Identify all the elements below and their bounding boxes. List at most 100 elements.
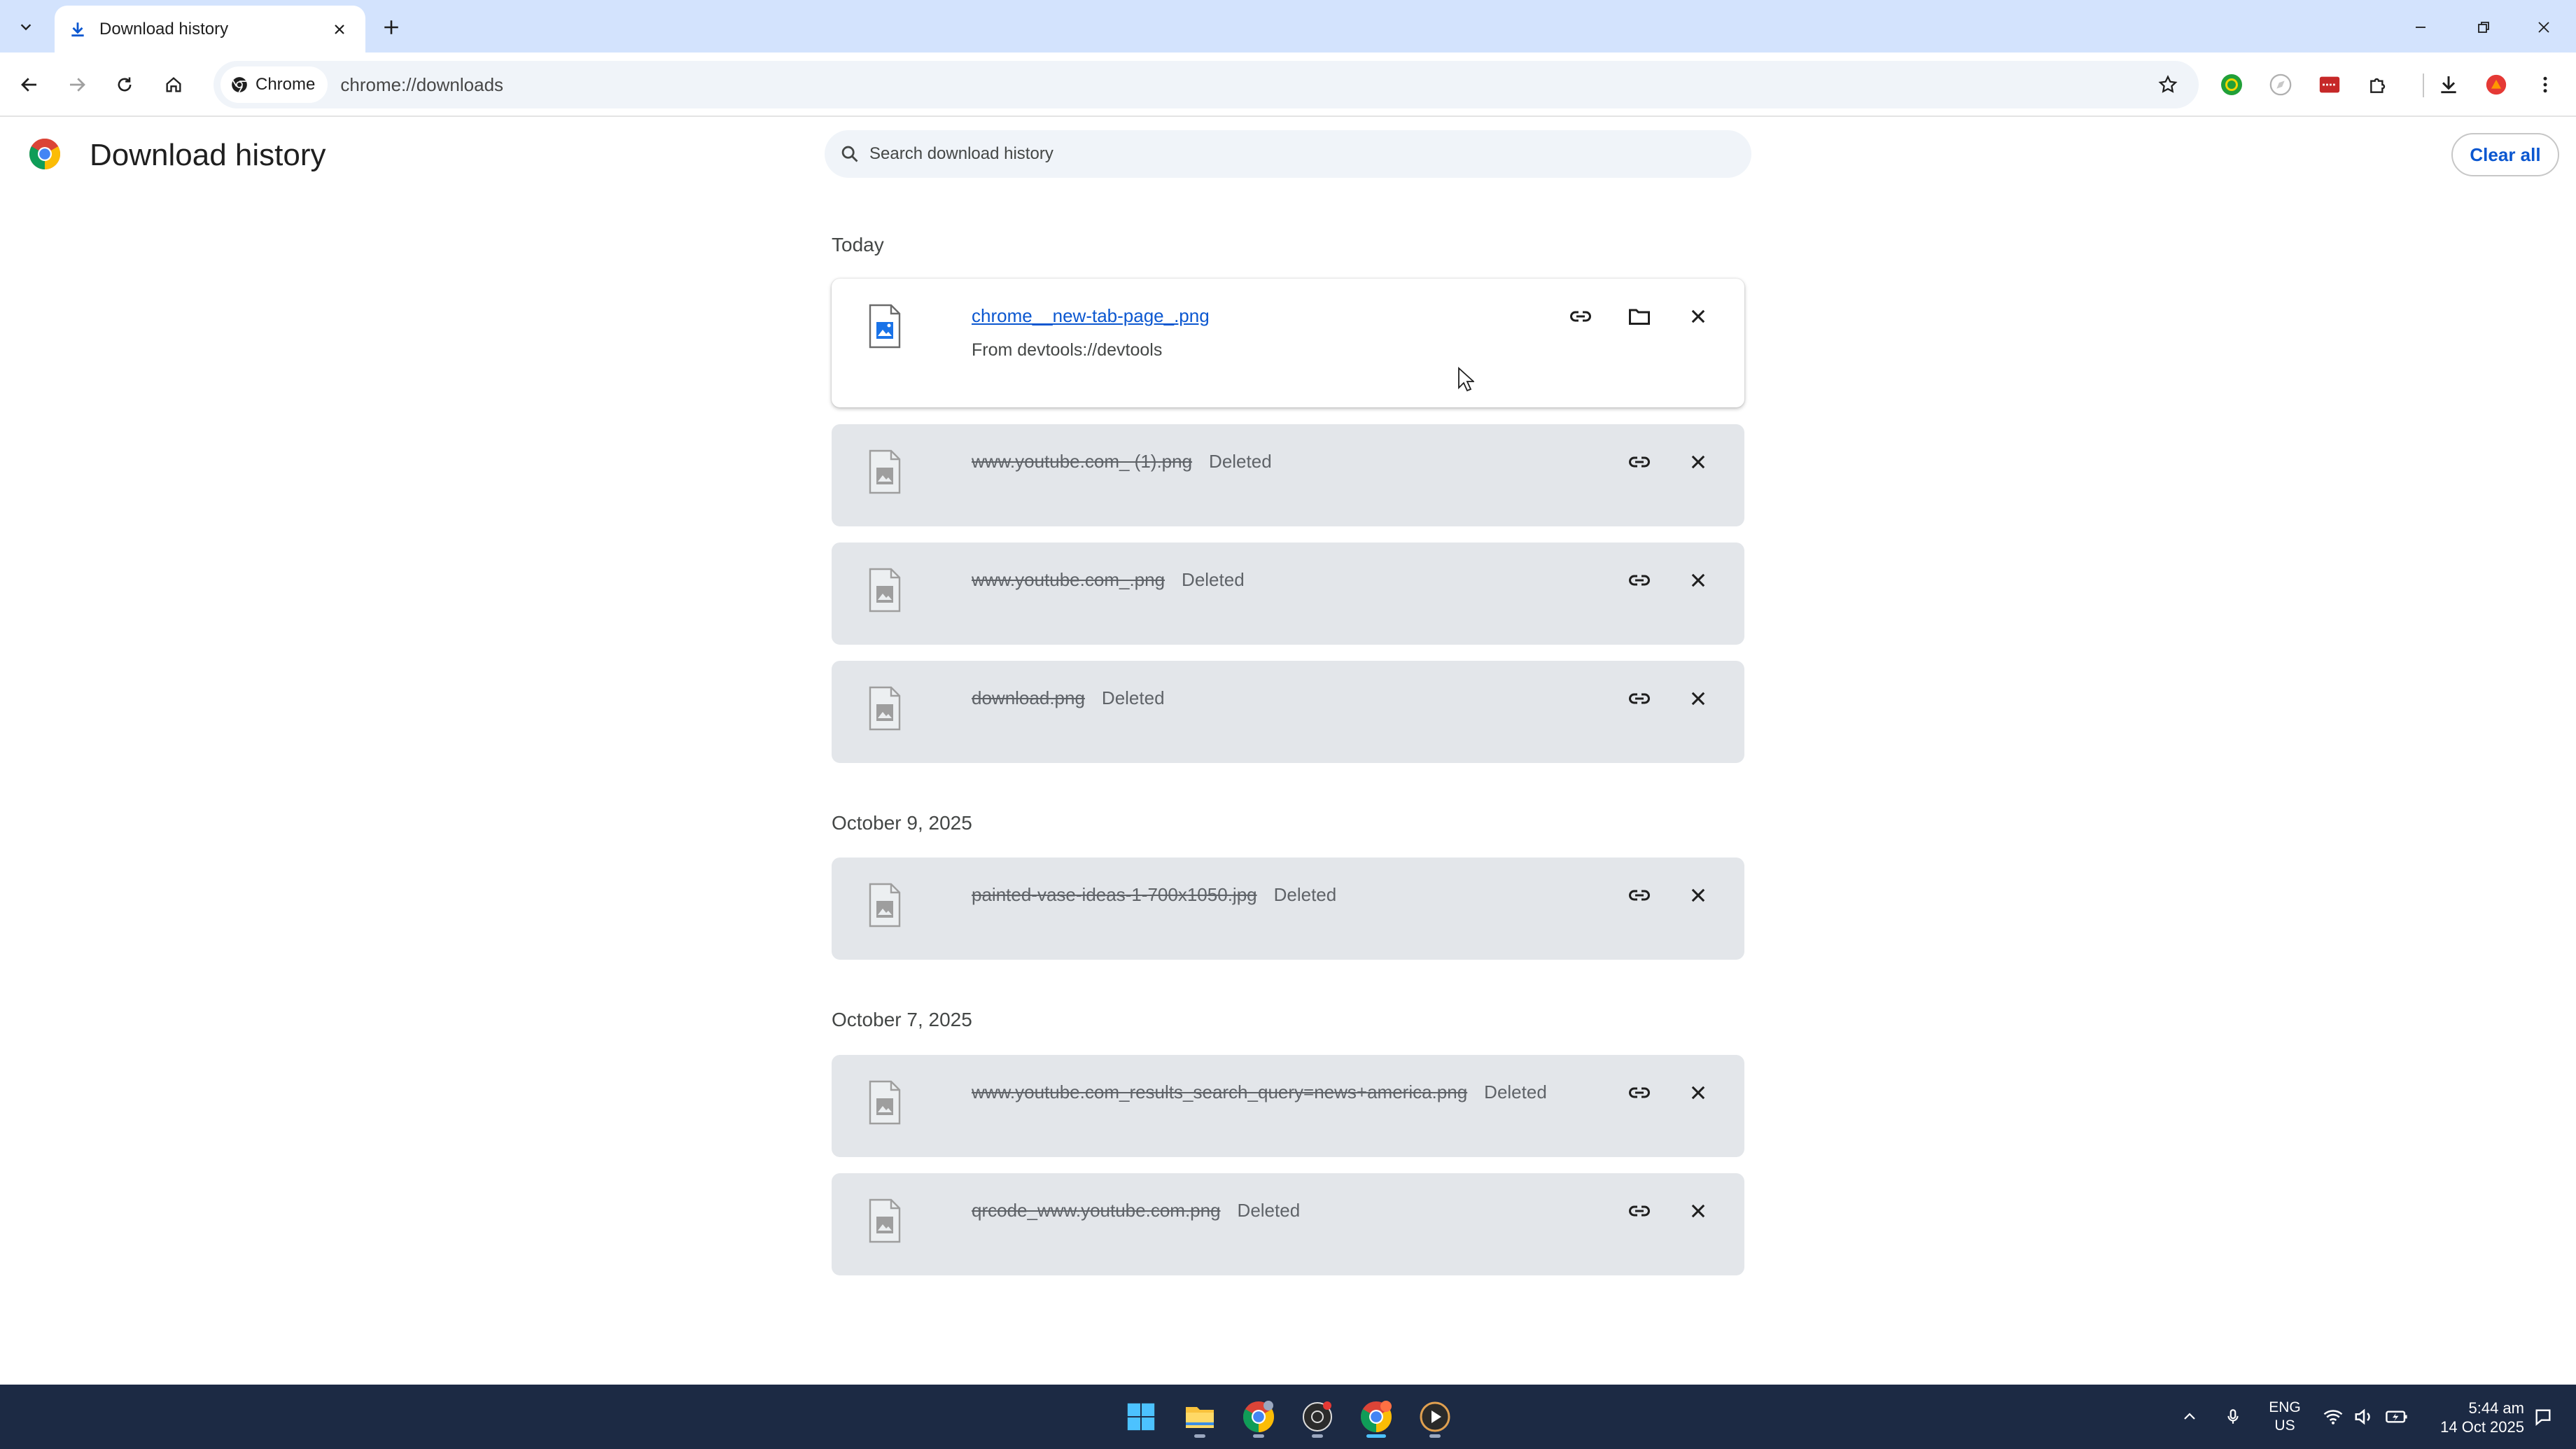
download-item: www.youtube.com_results_search_query=new…: [832, 1055, 1744, 1157]
download-item: www.youtube.com_.png Deleted: [832, 542, 1744, 645]
notification-icon: [2535, 1409, 2551, 1426]
image-file-icon: [869, 449, 901, 494]
running-indicator: [1194, 1434, 1205, 1438]
new-tab-button[interactable]: [375, 11, 407, 43]
taskbar-media-player[interactable]: [1413, 1394, 1457, 1439]
extension-red-button[interactable]: [2314, 69, 2345, 100]
search-box[interactable]: [825, 130, 1751, 178]
show-hidden-icons-button[interactable]: [2177, 1401, 2202, 1432]
taskbar-file-explorer[interactable]: [1177, 1394, 1222, 1439]
restore-icon: [2478, 22, 2489, 33]
chevron-down-icon: [20, 24, 31, 31]
copy-link-button[interactable]: [1620, 561, 1659, 600]
clock[interactable]: 5:44 am 14 Oct 2025: [2426, 1399, 2524, 1436]
microphone-icon: [2227, 1409, 2239, 1424]
profile-button[interactable]: [2481, 69, 2512, 100]
reload-button[interactable]: [106, 66, 143, 103]
extensions-button[interactable]: [2363, 69, 2394, 100]
menu-button[interactable]: [2530, 69, 2561, 100]
link-icon: [1629, 456, 1650, 468]
url-text[interactable]: chrome://downloads: [340, 74, 2150, 96]
window-close-button[interactable]: [2523, 10, 2565, 45]
copy-link-button[interactable]: [1620, 679, 1659, 718]
tab-search-button[interactable]: [8, 10, 43, 45]
mouse-cursor-icon: [1458, 367, 1474, 392]
clear-all-button[interactable]: Clear all: [2451, 133, 2559, 176]
home-icon: [166, 77, 181, 92]
file-name: qrcode_www.youtube.com.png: [972, 1200, 1221, 1221]
image-file-icon: [869, 1198, 901, 1243]
volume-icon: [2355, 1408, 2370, 1425]
close-icon: [2538, 22, 2549, 33]
battery-button[interactable]: [2383, 1401, 2411, 1432]
copy-link-button[interactable]: [1620, 1073, 1659, 1112]
start-button[interactable]: [1119, 1394, 1163, 1439]
image-file-icon: [869, 1080, 901, 1125]
search-input[interactable]: [869, 144, 1709, 164]
folder-icon: [1629, 309, 1650, 325]
extension-compass-button[interactable]: [2265, 69, 2296, 100]
minimize-button[interactable]: [2400, 10, 2442, 45]
image-file-icon: [869, 686, 901, 731]
remove-button[interactable]: [1679, 679, 1718, 718]
page-title: Download history: [90, 138, 326, 172]
file-name: www.youtube.com_results_search_query=new…: [972, 1082, 1468, 1102]
remove-button[interactable]: [1679, 561, 1718, 600]
taskbar-chrome-profile[interactable]: [1354, 1394, 1399, 1439]
status-text: Deleted: [1273, 884, 1337, 905]
taskbar-chrome[interactable]: [1236, 1394, 1281, 1439]
browser-toolbar: Chrome chrome://downloads: [0, 52, 2576, 117]
wifi-button[interactable]: [2321, 1401, 2345, 1432]
download-item: www.youtube.com_ (1).png Deleted: [832, 424, 1744, 526]
remove-button[interactable]: [1679, 1191, 1718, 1231]
bookmark-button[interactable]: [2150, 66, 2186, 103]
copy-link-button[interactable]: [1620, 876, 1659, 915]
chrome-icon: [1243, 1401, 1274, 1432]
copy-link-button[interactable]: [1561, 297, 1600, 336]
notifications-button[interactable]: [2530, 1401, 2556, 1432]
site-info-chip[interactable]: Chrome: [220, 66, 328, 103]
copy-link-button[interactable]: [1620, 442, 1659, 482]
extension-green-button[interactable]: [2216, 69, 2247, 100]
download-icon: [2441, 76, 2456, 94]
running-indicator: [1366, 1434, 1386, 1438]
remove-button[interactable]: [1679, 442, 1718, 482]
folder-icon: [1186, 1407, 1214, 1428]
microphone-button[interactable]: [2220, 1401, 2246, 1432]
status-text: Deleted: [1237, 1200, 1301, 1221]
copy-link-button[interactable]: [1620, 1191, 1659, 1231]
close-icon: [335, 24, 344, 34]
file-name-link[interactable]: chrome__new-tab-page_.png: [972, 305, 1210, 327]
remove-button[interactable]: [1679, 876, 1718, 915]
volume-button[interactable]: [2352, 1401, 2376, 1432]
remove-button[interactable]: [1679, 1073, 1718, 1112]
file-name: download.png: [972, 687, 1085, 708]
extension-red-icon: [2319, 76, 2340, 93]
download-item: qrcode_www.youtube.com.png Deleted: [832, 1173, 1744, 1275]
tab-title: Download history: [99, 19, 229, 38]
remove-button[interactable]: [1679, 297, 1718, 336]
forward-button[interactable]: [59, 66, 95, 103]
tab-strip: Download history: [0, 0, 2576, 52]
tab-download-history[interactable]: Download history: [55, 6, 365, 52]
language-indicator[interactable]: ENG US: [2265, 1399, 2304, 1435]
puzzle-icon: [2370, 78, 2386, 93]
wifi-icon: [2323, 1410, 2343, 1424]
status-text: Deleted: [1101, 687, 1165, 708]
link-icon: [1629, 1205, 1650, 1217]
tab-close-button[interactable]: [328, 18, 351, 41]
close-icon: [1691, 888, 1705, 902]
close-icon: [1691, 309, 1705, 323]
show-in-folder-button[interactable]: [1620, 297, 1659, 336]
toolbar-separator: [2423, 74, 2424, 97]
back-button[interactable]: [11, 66, 48, 103]
image-file-icon: [869, 883, 901, 927]
play-icon: [1420, 1401, 1450, 1432]
home-button[interactable]: [155, 66, 192, 103]
taskbar-app-dark[interactable]: [1295, 1394, 1340, 1439]
address-bar[interactable]: Chrome chrome://downloads: [214, 61, 2199, 108]
downloads-button[interactable]: [2433, 69, 2464, 100]
reload-icon: [118, 77, 132, 92]
clock-date: 14 Oct 2025: [2440, 1418, 2524, 1436]
restore-button[interactable]: [2463, 10, 2505, 45]
